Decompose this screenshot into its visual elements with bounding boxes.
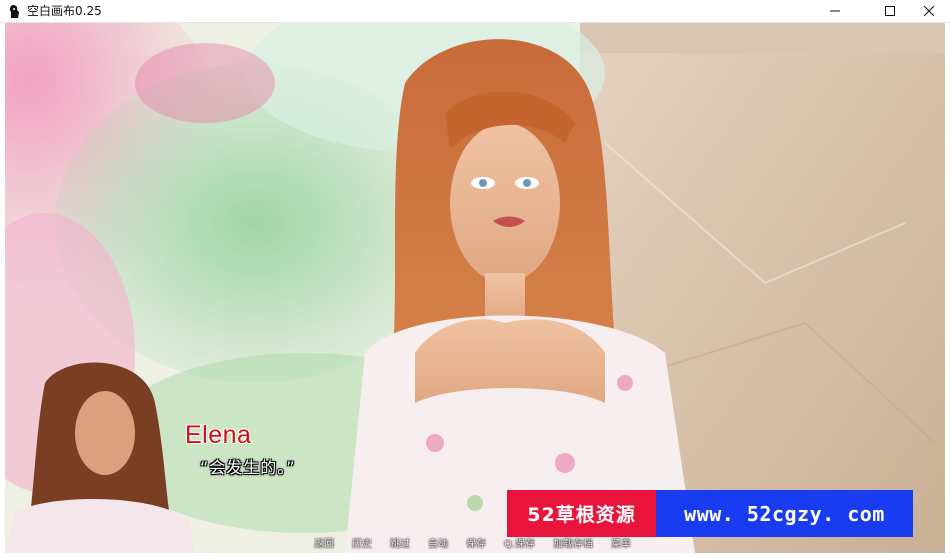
minimize-button[interactable] (812, 0, 858, 22)
minimize-icon (830, 10, 840, 12)
close-icon (924, 6, 934, 16)
watermark-left: 52草根资源 (507, 490, 656, 537)
quick-menu-auto[interactable]: 自动 (419, 537, 457, 553)
game-viewport[interactable]: Elena “会发生的。” 52草根资源 www. 52cgzy. com 返回… (5, 23, 945, 553)
quick-menu-skip[interactable]: 跳过 (381, 537, 419, 553)
quick-menu-back[interactable]: 返回 (305, 537, 343, 553)
maximize-icon (885, 6, 895, 16)
close-button[interactable] (906, 0, 950, 22)
quick-menu-save[interactable]: 保存 (457, 537, 495, 553)
window-title: 空白画布0.25 (27, 4, 102, 18)
window-titlebar[interactable]: 空白画布0.25 (0, 0, 950, 23)
quick-menu-load[interactable]: 加载存档 (544, 537, 602, 553)
quick-menu-menu[interactable]: 菜单 (602, 537, 640, 553)
dialogue-text[interactable]: “会发生的。” (200, 454, 296, 478)
app-icon (9, 5, 19, 18)
watermark-right: www. 52cgzy. com (656, 490, 913, 537)
quick-menu-history[interactable]: 历史 (343, 537, 381, 553)
scene-background (5, 23, 945, 553)
quick-menu: 返回 历史 跳过 自动 保存 Q.保存 加载存档 菜单 (305, 537, 665, 553)
quick-menu-quick-save[interactable]: Q.保存 (495, 537, 544, 553)
speaker-name: Elena (185, 421, 252, 449)
